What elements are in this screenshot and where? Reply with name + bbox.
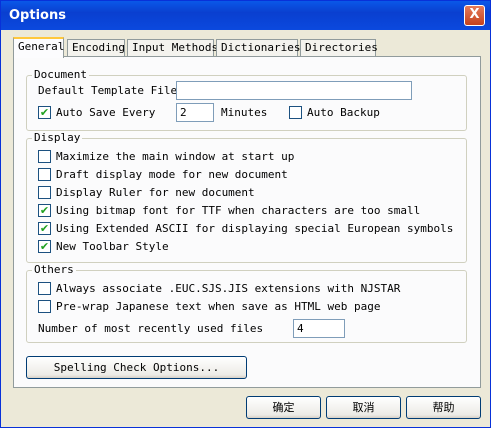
tab-dictionaries[interactable]: Dictionaries	[216, 39, 300, 56]
new-toolbar-checkbox[interactable]: ✔	[38, 240, 51, 253]
recent-files-input[interactable]: 4	[293, 319, 345, 338]
tab-general[interactable]: General	[13, 37, 64, 58]
extended-ascii-label: Using Extended ASCII for displaying spec…	[56, 222, 454, 235]
template-file-input[interactable]	[176, 81, 412, 100]
template-file-label: Default Template File	[38, 84, 178, 97]
cancel-button[interactable]: 取消	[326, 396, 401, 419]
prewrap-checkbox[interactable]	[38, 300, 51, 313]
document-group-label: Document	[32, 68, 89, 81]
help-button[interactable]: 帮助	[406, 396, 481, 419]
autosave-minutes-input[interactable]: 2	[176, 103, 214, 122]
autosave-checkbox[interactable]: ✔	[38, 106, 51, 119]
extended-ascii-checkbox[interactable]: ✔	[38, 222, 51, 235]
tab-encoding[interactable]: Encoding	[67, 39, 125, 56]
new-toolbar-label: New Toolbar Style	[56, 240, 169, 253]
display-ruler-label: Display Ruler for new document	[56, 186, 255, 199]
title-bar[interactable]: Options X	[1, 1, 490, 30]
general-tab-panel: Document Default Template File ✔ Auto Sa…	[13, 56, 481, 388]
associate-extensions-checkbox[interactable]	[38, 282, 51, 295]
tab-input-methods[interactable]: Input Methods	[127, 39, 218, 56]
close-icon[interactable]: X	[464, 5, 485, 26]
tab-directories[interactable]: Directories	[300, 39, 378, 56]
spelling-options-button[interactable]: Spelling Check Options...	[26, 356, 247, 379]
ok-button[interactable]: 确定	[246, 396, 321, 419]
maximize-label: Maximize the main window at start up	[56, 150, 295, 163]
autobackup-label: Auto Backup	[307, 106, 380, 119]
options-dialog: Options X General Encoding Input Methods…	[0, 0, 491, 428]
others-group-label: Others	[32, 263, 76, 276]
draft-mode-label: Draft display mode for new document	[56, 168, 288, 181]
autobackup-checkbox[interactable]	[289, 106, 302, 119]
display-ruler-checkbox[interactable]	[38, 186, 51, 199]
display-group-label: Display	[32, 131, 83, 144]
autosave-label: Auto Save Every	[56, 106, 156, 119]
bitmap-font-checkbox[interactable]: ✔	[38, 204, 51, 217]
bitmap-font-label: Using bitmap font for TTF when character…	[56, 204, 421, 217]
recent-files-label: Number of most recently used files	[38, 322, 264, 335]
maximize-checkbox[interactable]	[38, 150, 51, 163]
minutes-label: Minutes	[221, 106, 268, 119]
prewrap-label: Pre-wrap Japanese text when save as HTML…	[56, 300, 381, 313]
draft-mode-checkbox[interactable]	[38, 168, 51, 181]
associate-extensions-label: Always associate .EUC.SJS.JIS extensions…	[56, 282, 401, 295]
window-title: Options	[9, 8, 66, 23]
